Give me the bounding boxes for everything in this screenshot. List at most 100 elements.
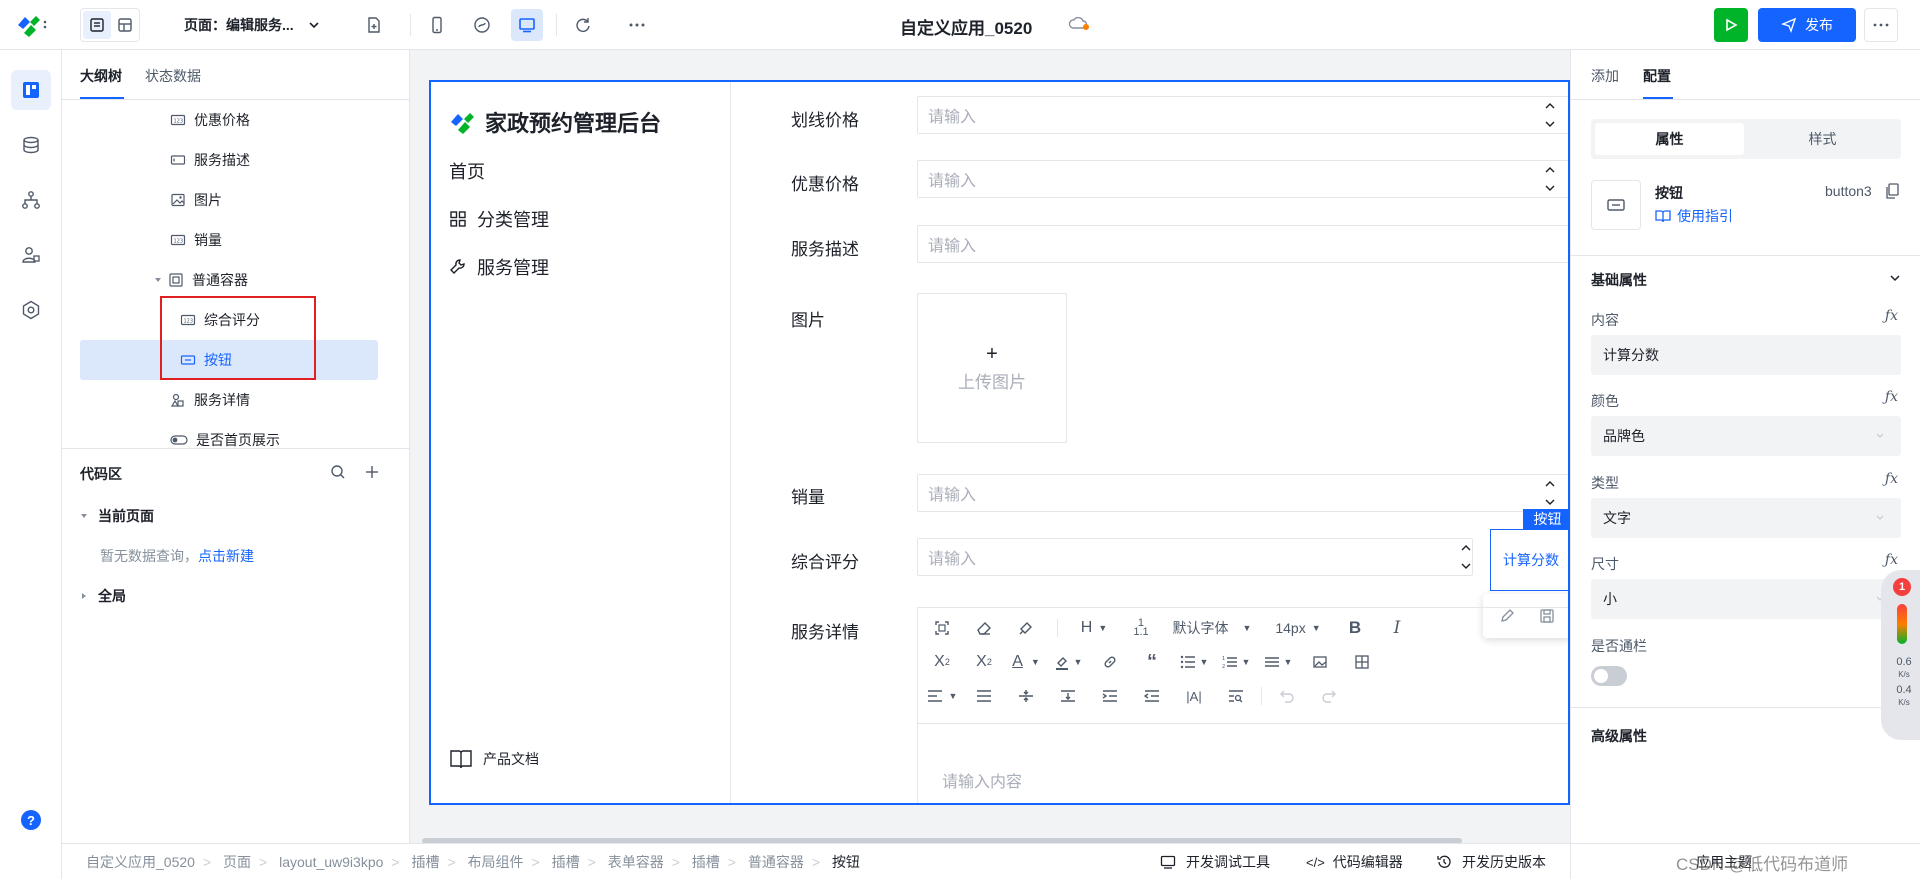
caret-down-icon[interactable] bbox=[154, 276, 162, 284]
tab-config[interactable]: 配置 bbox=[1643, 66, 1671, 86]
strike-price-input[interactable]: 请输入 bbox=[917, 96, 1568, 134]
content-input[interactable]: 计算分数 bbox=[1591, 335, 1901, 375]
database-icon[interactable] bbox=[11, 125, 51, 165]
outdent-icon[interactable] bbox=[1131, 689, 1173, 703]
more-menu-button[interactable] bbox=[1864, 8, 1898, 42]
breadcrumb-item[interactable]: 页面 bbox=[223, 854, 251, 870]
bold-icon[interactable]: B bbox=[1334, 618, 1376, 638]
color-select[interactable]: 品牌色 bbox=[1591, 416, 1901, 456]
page-layout-icon[interactable] bbox=[11, 70, 51, 110]
history-button[interactable]: 开发历史版本 bbox=[1436, 852, 1546, 872]
heading-icon[interactable]: H ▼ bbox=[1068, 619, 1120, 637]
menu-item-category[interactable]: 分类管理 bbox=[449, 206, 549, 232]
breadcrumb-item[interactable]: 插槽 bbox=[692, 854, 720, 870]
ordered-list-icon[interactable]: 1 2 ▼ bbox=[1215, 655, 1257, 669]
breadcrumb-item[interactable]: 布局组件 bbox=[468, 854, 524, 870]
rte-placeholder[interactable]: 请输入内容 bbox=[942, 768, 1022, 792]
fullscreen-icon[interactable] bbox=[921, 620, 963, 636]
tree-node[interactable]: 服务描述 bbox=[62, 140, 410, 180]
table-icon[interactable] bbox=[1341, 654, 1383, 670]
number-stepper[interactable] bbox=[1543, 100, 1557, 130]
page-select[interactable]: 页面：编辑服务... bbox=[184, 15, 320, 35]
breadcrumb-item[interactable]: 自定义应用_0520 bbox=[86, 854, 195, 870]
rating-input[interactable]: 请输入 bbox=[917, 538, 1473, 576]
number-stepper[interactable] bbox=[1459, 542, 1473, 572]
image-upload[interactable]: + 上传图片 bbox=[917, 293, 1067, 443]
align-justify-icon[interactable] bbox=[963, 689, 1005, 703]
vertical-align-bottom-icon[interactable] bbox=[1047, 688, 1089, 704]
mobile-preview-icon[interactable] bbox=[421, 9, 453, 41]
tab-outline-tree[interactable]: 大纲树 bbox=[80, 66, 122, 86]
code-editor-button[interactable]: </> 代码编辑器 bbox=[1306, 852, 1403, 872]
app-logo-icon[interactable] bbox=[16, 13, 50, 37]
tree-node[interactable]: 123 销量 bbox=[62, 220, 410, 260]
indent-icon[interactable] bbox=[1089, 689, 1131, 703]
fx-icon[interactable]: ƒx bbox=[1885, 552, 1898, 568]
tab-state-data[interactable]: 状态数据 bbox=[145, 66, 201, 86]
settings-hex-icon[interactable] bbox=[11, 290, 51, 330]
more-horizontal-icon[interactable] bbox=[621, 9, 653, 41]
calc-score-button[interactable]: 计算分数 bbox=[1490, 529, 1568, 591]
user-role-icon[interactable] bbox=[11, 235, 51, 275]
description-input[interactable]: 请输入 bbox=[917, 225, 1568, 263]
workflow-icon[interactable] bbox=[11, 180, 51, 220]
italic-icon[interactable]: I bbox=[1376, 618, 1418, 638]
tab-add[interactable]: 添加 bbox=[1591, 66, 1619, 86]
font-family-select[interactable]: 默认字体 ▼ bbox=[1162, 618, 1262, 638]
create-query-link[interactable]: 点击新建 bbox=[198, 548, 254, 564]
debug-tools-button[interactable]: 开发调试工具 bbox=[1160, 852, 1270, 872]
format-painter-icon[interactable] bbox=[1005, 620, 1047, 636]
font-color-icon[interactable]: A ▼ bbox=[1005, 653, 1047, 671]
search-icon[interactable] bbox=[330, 464, 346, 480]
link-icon[interactable] bbox=[1089, 654, 1131, 670]
subscript-icon[interactable]: X2 bbox=[963, 653, 1005, 671]
refresh-icon[interactable] bbox=[567, 9, 599, 41]
add-icon[interactable] bbox=[364, 464, 380, 480]
tree-node[interactable]: 普通容器 bbox=[62, 260, 410, 300]
seg-properties[interactable]: 属性 bbox=[1595, 123, 1744, 155]
tree-node[interactable]: 服务详情 bbox=[62, 380, 410, 420]
tree-node[interactable]: 图片 bbox=[62, 180, 410, 220]
new-page-icon[interactable] bbox=[358, 9, 390, 41]
outline-view-icon[interactable] bbox=[83, 11, 111, 39]
breadcrumb-current[interactable]: 按钮 bbox=[832, 854, 860, 870]
undo-icon[interactable] bbox=[1266, 689, 1308, 703]
breadcrumb-item[interactable]: 表单容器 bbox=[608, 854, 664, 870]
number-stepper[interactable] bbox=[1543, 478, 1557, 508]
fx-icon[interactable]: ƒx bbox=[1885, 308, 1898, 324]
chevron-down-icon[interactable] bbox=[1889, 272, 1901, 284]
sales-input[interactable]: 请输入 bbox=[917, 474, 1568, 512]
publish-button[interactable]: 发布 bbox=[1758, 8, 1856, 42]
discount-price-input[interactable]: 请输入 bbox=[917, 160, 1568, 198]
miniprogram-preview-icon[interactable] bbox=[466, 9, 498, 41]
fx-icon[interactable]: ƒx bbox=[1885, 471, 1898, 487]
current-page-group[interactable]: 当前页面 bbox=[80, 506, 154, 526]
redo-icon[interactable] bbox=[1308, 689, 1350, 703]
vertical-align-middle-icon[interactable] bbox=[1005, 688, 1047, 704]
tree-node[interactable]: 是否首页展示 bbox=[62, 420, 410, 460]
breadcrumb-item[interactable]: layout_uw9i3kpo bbox=[279, 854, 383, 870]
size-select[interactable]: 小 bbox=[1591, 579, 1901, 619]
fx-icon[interactable]: ƒx bbox=[1885, 389, 1898, 405]
run-button[interactable] bbox=[1714, 8, 1748, 42]
number-stepper[interactable] bbox=[1543, 164, 1557, 194]
type-select[interactable]: 文字 bbox=[1591, 498, 1901, 538]
quote-icon[interactable]: “ bbox=[1131, 651, 1173, 674]
insert-image-icon[interactable] bbox=[1299, 654, 1341, 670]
align-left-icon[interactable]: ▼ bbox=[921, 689, 963, 703]
breadcrumb-item[interactable]: 插槽 bbox=[552, 854, 580, 870]
eraser-icon[interactable] bbox=[963, 620, 1005, 636]
bg-color-icon[interactable]: ▼ bbox=[1047, 654, 1089, 670]
product-doc-link[interactable]: 产品文档 bbox=[449, 748, 539, 770]
find-replace-icon[interactable] bbox=[1215, 689, 1257, 703]
copy-icon[interactable] bbox=[1885, 183, 1899, 199]
divider-line-icon[interactable]: ▼ bbox=[1257, 655, 1299, 669]
help-icon[interactable]: ? bbox=[21, 810, 41, 830]
desktop-preview-icon[interactable] bbox=[511, 9, 543, 41]
tree-node[interactable]: 123 优惠价格 bbox=[62, 100, 410, 140]
layout-view-icon[interactable] bbox=[111, 11, 139, 39]
bullet-list-icon[interactable]: ▼ bbox=[1173, 655, 1215, 669]
global-group[interactable]: 全局 bbox=[80, 586, 126, 606]
letter-spacing-icon[interactable]: |A| bbox=[1173, 689, 1215, 704]
network-meter-widget[interactable]: 1 0.6 K/s 0.4 K/s bbox=[1881, 570, 1920, 740]
